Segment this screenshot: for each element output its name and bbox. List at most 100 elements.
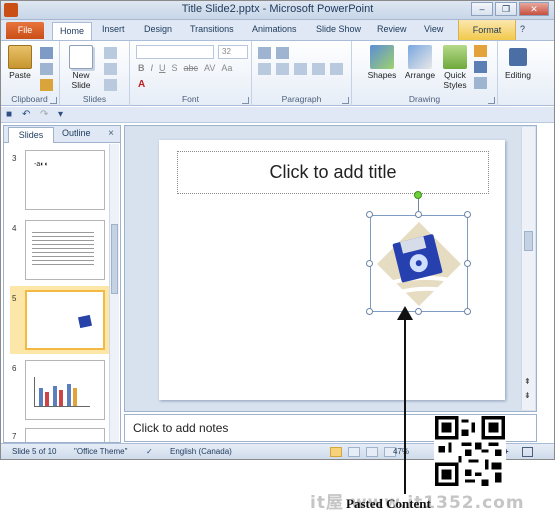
layout-icon[interactable] xyxy=(104,47,117,59)
drawing-label: Drawing xyxy=(408,94,441,104)
zoom-level[interactable]: 47% xyxy=(393,447,409,456)
slide-canvas[interactable]: Click to add title xyxy=(159,140,505,400)
font-size-combo[interactable]: 32 xyxy=(218,45,248,59)
resize-handle[interactable] xyxy=(464,211,471,218)
ribbon-tabs: File Home Insert Design Transitions Anim… xyxy=(0,20,555,40)
undo-icon[interactable]: ↶ xyxy=(22,109,30,120)
normal-view-icon[interactable] xyxy=(330,447,342,457)
justify-icon[interactable] xyxy=(312,63,325,75)
strikethrough-button[interactable]: abc xyxy=(184,63,199,73)
change-case-button[interactable]: Aa xyxy=(221,63,232,73)
spellcheck-icon[interactable]: ✓ xyxy=(146,447,153,456)
resize-handle[interactable] xyxy=(366,260,373,267)
quick-access-toolbar: ■ ↶ ↷ ▾ xyxy=(0,107,555,123)
paragraph-label: Paragraph xyxy=(281,94,322,104)
slide-thumbnail-4[interactable] xyxy=(25,220,105,280)
close-button[interactable]: ✕ xyxy=(519,2,549,16)
next-slide-icon[interactable]: ⇟ xyxy=(524,391,531,400)
resize-handle[interactable] xyxy=(464,308,471,315)
slide-scrollbar[interactable]: ⇞ ⇟ xyxy=(521,127,535,410)
title-placeholder[interactable]: Click to add title xyxy=(177,151,489,194)
cut-icon[interactable] xyxy=(40,47,53,59)
slide-thumbnail-7[interactable] xyxy=(25,428,105,442)
rotation-handle[interactable] xyxy=(414,191,422,199)
quick-styles-icon xyxy=(443,45,467,69)
tab-review[interactable]: Review xyxy=(377,24,407,34)
shape-outline-icon[interactable] xyxy=(474,61,487,73)
copy-icon[interactable] xyxy=(40,63,53,75)
tab-slide-show[interactable]: Slide Show xyxy=(316,24,361,34)
resize-handle[interactable] xyxy=(415,211,422,218)
font-name-combo[interactable] xyxy=(136,45,214,59)
align-center-icon[interactable] xyxy=(276,63,289,75)
shapes-icon xyxy=(370,45,394,69)
resize-handle[interactable] xyxy=(464,260,471,267)
align-left-icon[interactable] xyxy=(258,63,271,75)
bold-button[interactable]: B xyxy=(138,63,145,73)
bullets-icon[interactable] xyxy=(258,47,271,59)
slide-thumbnail-5[interactable] xyxy=(25,290,105,350)
tab-home[interactable]: Home xyxy=(52,22,92,40)
binoculars-icon xyxy=(509,48,527,66)
font-color-button[interactable]: A xyxy=(138,79,145,90)
paragraph-launcher-icon[interactable] xyxy=(342,97,349,104)
tab-view[interactable]: View xyxy=(424,24,443,34)
section-icon[interactable] xyxy=(104,79,117,91)
resize-handle[interactable] xyxy=(366,211,373,218)
slide-editing-area: Click to add title ⇞ ⇟ xyxy=(124,125,537,412)
language-indicator[interactable]: English (Canada) xyxy=(170,447,232,456)
tab-animations[interactable]: Animations xyxy=(252,24,297,34)
pasted-clipart[interactable] xyxy=(370,215,468,312)
char-spacing-button[interactable]: AV xyxy=(204,63,215,73)
prev-slide-icon[interactable]: ⇞ xyxy=(524,377,531,386)
close-pane-icon[interactable]: × xyxy=(108,128,114,139)
annotation-label: Pasted Content xyxy=(346,496,431,511)
slide-thumbnail-6[interactable] xyxy=(25,360,105,420)
font-label: Font xyxy=(181,94,199,104)
paste-button[interactable]: Paste xyxy=(6,45,34,80)
new-slide-button[interactable]: New Slide xyxy=(64,45,98,90)
fit-to-window-icon[interactable] xyxy=(522,447,533,457)
group-paragraph: Paragraph xyxy=(252,41,352,106)
resize-handle[interactable] xyxy=(415,308,422,315)
quick-styles-button[interactable]: Quick Styles xyxy=(440,45,470,90)
shadow-button[interactable]: S xyxy=(172,63,178,73)
shape-fill-icon[interactable] xyxy=(474,45,487,57)
annotation-arrow xyxy=(404,316,406,494)
shapes-button[interactable]: Shapes xyxy=(366,45,398,80)
arrange-button[interactable]: Arrange xyxy=(402,45,438,80)
reset-icon[interactable] xyxy=(104,63,117,75)
shape-effects-icon[interactable] xyxy=(474,77,487,89)
tab-outline[interactable]: Outline xyxy=(62,128,91,138)
pane-scrollbar[interactable] xyxy=(109,144,119,442)
clipboard-icon xyxy=(8,45,32,69)
italic-button[interactable]: I xyxy=(151,63,154,73)
slides-pane: Slides Outline × 3 -a◐◐ 4 5 6 7 xyxy=(3,125,121,443)
customize-qat-icon[interactable]: ▾ xyxy=(58,109,63,120)
align-right-icon[interactable] xyxy=(294,63,307,75)
drawing-launcher-icon[interactable] xyxy=(488,97,495,104)
format-painter-icon[interactable] xyxy=(40,79,53,91)
tab-insert[interactable]: Insert xyxy=(102,24,125,34)
columns-icon[interactable] xyxy=(330,63,343,75)
underline-button[interactable]: U xyxy=(159,63,166,73)
clipboard-launcher-icon[interactable] xyxy=(50,97,57,104)
slide-thumbnail-3[interactable]: -a◐◐ xyxy=(25,150,105,210)
redo-icon[interactable]: ↷ xyxy=(40,109,48,120)
resize-handle[interactable] xyxy=(366,308,373,315)
tab-slides[interactable]: Slides xyxy=(8,127,54,143)
tab-file[interactable]: File xyxy=(6,22,44,39)
numbering-icon[interactable] xyxy=(276,47,289,59)
reading-view-icon[interactable] xyxy=(366,447,378,457)
save-icon[interactable]: ■ xyxy=(6,109,12,120)
restore-button[interactable]: ❐ xyxy=(495,2,517,16)
help-icon[interactable]: ? xyxy=(520,24,525,34)
minimize-button[interactable]: – xyxy=(471,2,493,16)
thumb-number: 4 xyxy=(12,224,17,233)
editing-button[interactable]: Editing xyxy=(500,45,536,80)
tab-design[interactable]: Design xyxy=(144,24,172,34)
tab-transitions[interactable]: Transitions xyxy=(190,24,234,34)
tab-format[interactable]: Format xyxy=(458,20,516,40)
font-launcher-icon[interactable] xyxy=(242,97,249,104)
slide-sorter-icon[interactable] xyxy=(348,447,360,457)
